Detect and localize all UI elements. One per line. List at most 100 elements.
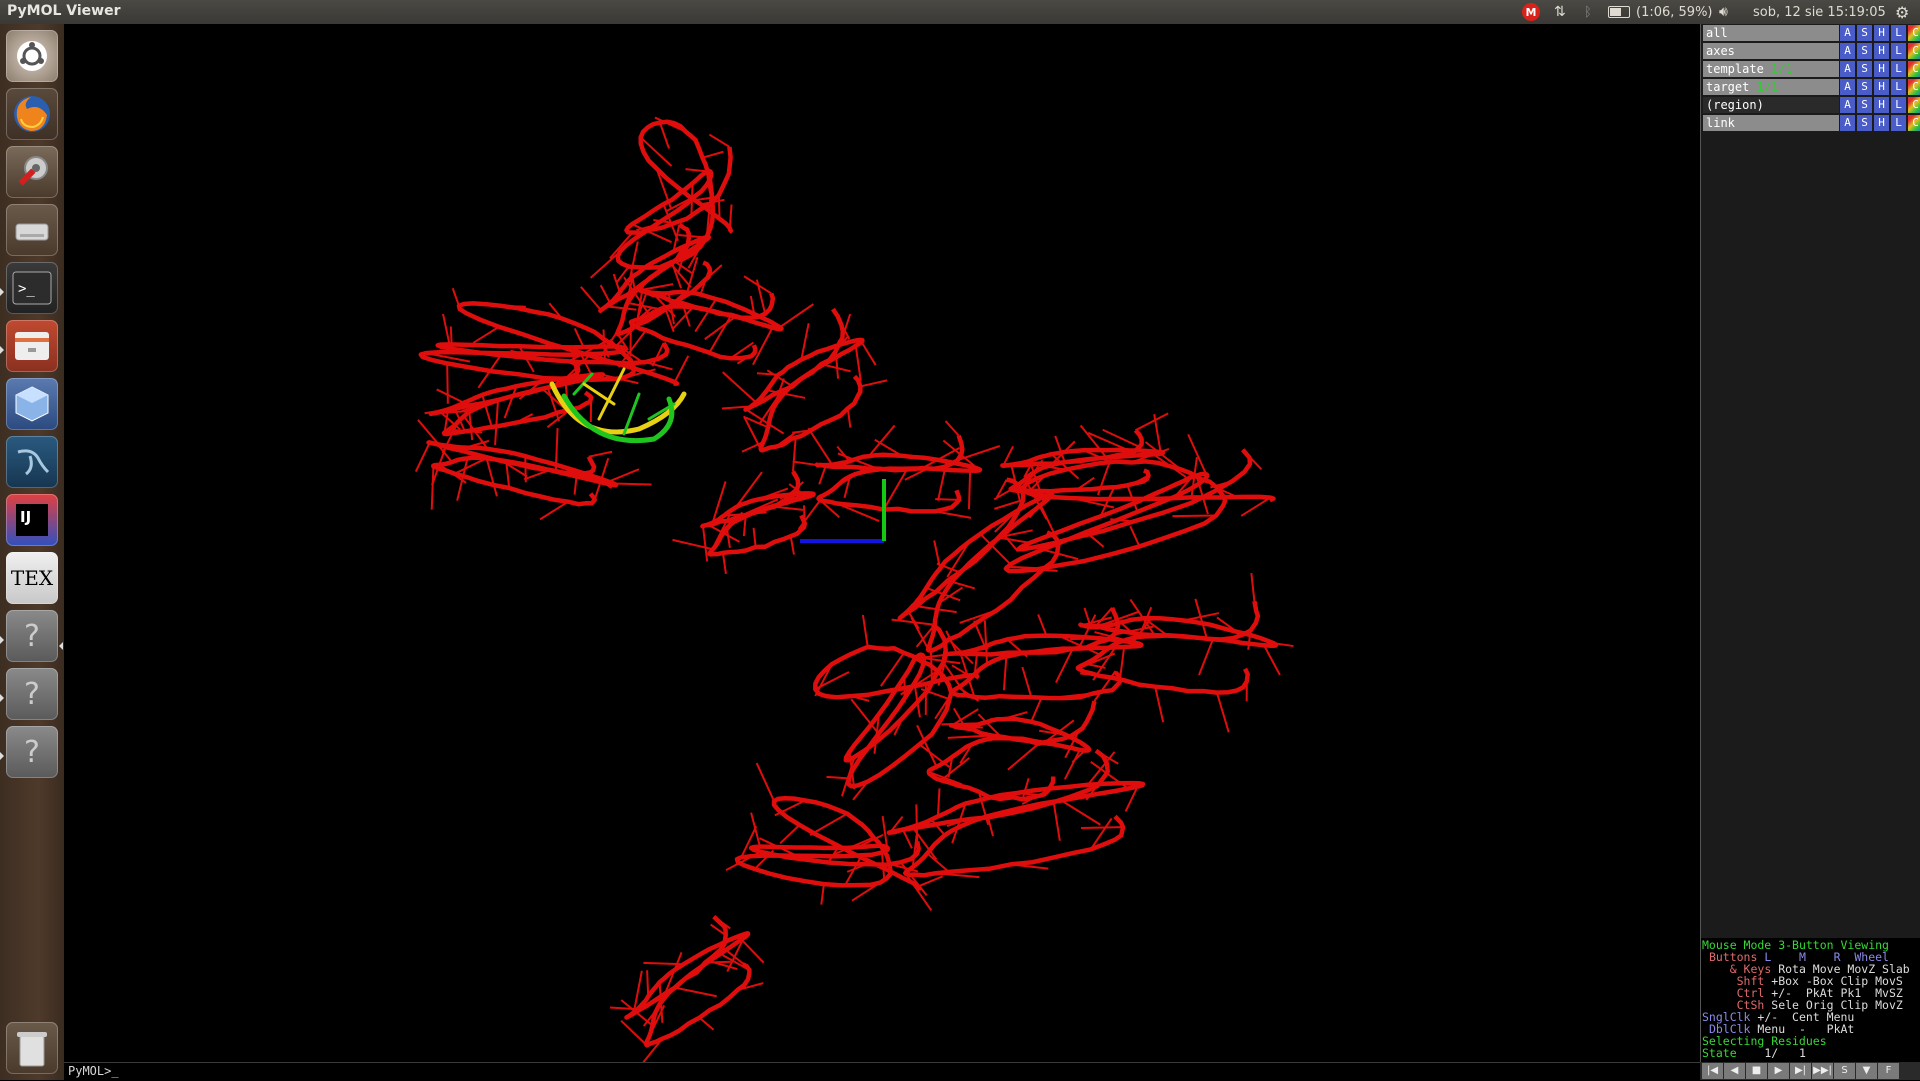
action-button[interactable]: A — [1840, 43, 1855, 59]
label-button[interactable]: L — [1891, 25, 1906, 41]
show-button[interactable]: S — [1857, 97, 1872, 113]
label-button[interactable]: L — [1891, 61, 1906, 77]
object-name[interactable]: template 1/1 — [1703, 61, 1839, 77]
texmaker-icon[interactable]: TEX — [6, 552, 58, 604]
action-button[interactable]: A — [1840, 97, 1855, 113]
label-button[interactable]: L — [1891, 79, 1906, 95]
nucleotide-base — [1081, 827, 1123, 828]
bluetooth-icon[interactable]: ᛒ — [1584, 3, 1592, 21]
object-row[interactable]: template 1/1ASHLC — [1703, 61, 1920, 78]
color-button[interactable]: C — [1908, 61, 1920, 77]
object-row[interactable]: allASHLC — [1703, 25, 1920, 42]
network-arrows-icon[interactable]: ⇅ — [1554, 3, 1566, 21]
nucleotide-base — [1154, 454, 1187, 477]
firefox-icon[interactable] — [6, 88, 58, 140]
action-button[interactable]: A — [1840, 61, 1855, 77]
nucleotide-base — [1188, 434, 1207, 476]
show-button[interactable]: S — [1857, 25, 1872, 41]
gear-icon[interactable]: ⚙ — [1895, 3, 1909, 21]
file-manager-icon[interactable] — [6, 320, 58, 372]
nucleotide-base — [757, 280, 765, 314]
nucleotide-base — [1031, 696, 1042, 722]
color-button[interactable]: C — [1908, 115, 1920, 131]
menu-button[interactable]: ▼ — [1856, 1063, 1877, 1079]
ubuntu-dash-icon[interactable] — [6, 30, 58, 82]
hide-button[interactable]: H — [1874, 97, 1889, 113]
battery-icon[interactable] — [1608, 3, 1630, 21]
show-button[interactable]: S — [1857, 115, 1872, 131]
color-button[interactable]: C — [1908, 43, 1920, 59]
label-button[interactable]: L — [1891, 43, 1906, 59]
nucleotide-base — [705, 962, 731, 963]
nucleotide-base — [614, 274, 620, 292]
show-button[interactable]: S — [1857, 61, 1872, 77]
play-button[interactable]: ▶ — [1768, 1063, 1789, 1079]
hide-button[interactable]: H — [1874, 61, 1889, 77]
show-button[interactable]: S — [1857, 79, 1872, 95]
nucleotide-base — [918, 876, 943, 886]
object-name[interactable]: link — [1703, 115, 1839, 131]
object-row[interactable]: axesASHLC — [1703, 43, 1920, 60]
command-input[interactable] — [68, 1064, 1668, 1078]
battery-status[interactable]: (1:06, 59%) — [1636, 3, 1713, 21]
mouse-mode-panel[interactable]: Mouse Mode 3-Button Viewing Buttons L M … — [1701, 938, 1920, 1062]
object-name[interactable]: all — [1703, 25, 1839, 41]
volume-icon[interactable]: 🔊︎ — [1719, 3, 1728, 21]
unknown-app-icon[interactable]: ? — [6, 726, 58, 778]
color-button[interactable]: C — [1908, 25, 1920, 41]
running-indicator — [0, 346, 4, 354]
state-label: State — [1702, 1046, 1737, 1060]
drive-icon[interactable] — [6, 204, 58, 256]
nucleotide-base — [678, 235, 706, 238]
system-settings-icon[interactable] — [6, 146, 58, 198]
window-title: PyMOL Viewer — [7, 3, 121, 19]
forward-button[interactable]: ▶| — [1790, 1063, 1811, 1079]
object-row[interactable]: target 1/1ASHLC — [1703, 79, 1920, 96]
action-button[interactable]: A — [1840, 115, 1855, 131]
unknown-app-icon[interactable]: ? — [6, 668, 58, 720]
hide-button[interactable]: H — [1874, 43, 1889, 59]
action-button[interactable]: A — [1840, 25, 1855, 41]
object-name[interactable]: target 1/1 — [1703, 79, 1839, 95]
nucleotide-base — [836, 467, 867, 486]
nucleotide-base — [453, 288, 459, 306]
command-line[interactable] — [64, 1062, 1700, 1081]
intellij-icon[interactable]: IJ — [6, 494, 58, 546]
color-button[interactable]: C — [1908, 97, 1920, 113]
nucleotide-base — [1022, 667, 1031, 697]
nucleotide-base — [589, 452, 612, 457]
object-row[interactable]: (region)ASHLC — [1703, 97, 1920, 114]
end-button[interactable]: ▶▶| — [1812, 1063, 1833, 1079]
rewind-button[interactable]: |◀ — [1702, 1063, 1723, 1079]
mysql-workbench-icon[interactable] — [6, 436, 58, 488]
unknown-app-icon[interactable]: ? — [6, 610, 58, 662]
trash-icon[interactable] — [6, 1022, 58, 1074]
nucleotide-base — [793, 462, 818, 466]
hide-button[interactable]: H — [1874, 115, 1889, 131]
clock[interactable]: sob, 12 sie 15:19:05 — [1753, 3, 1886, 21]
nucleotide-base — [780, 825, 799, 843]
stop-button[interactable]: ■ — [1746, 1063, 1767, 1079]
virtualbox-icon[interactable] — [6, 378, 58, 430]
sculpt-button[interactable]: S — [1834, 1063, 1855, 1079]
nucleotide-base — [1004, 534, 1018, 551]
action-button[interactable]: A — [1840, 79, 1855, 95]
hide-button[interactable]: H — [1874, 25, 1889, 41]
mail-icon[interactable]: M — [1522, 3, 1540, 21]
label-button[interactable]: L — [1891, 115, 1906, 131]
back-button[interactable]: ◀ — [1724, 1063, 1745, 1079]
full-screen-button[interactable]: F — [1878, 1063, 1899, 1079]
object-row[interactable]: linkASHLC — [1703, 115, 1920, 132]
show-button[interactable]: S — [1857, 43, 1872, 59]
nucleotide-base — [754, 528, 756, 547]
object-name[interactable]: (region) — [1703, 97, 1839, 113]
label-button[interactable]: L — [1891, 97, 1906, 113]
unknown-app-label: ? — [24, 677, 40, 712]
hide-button[interactable]: H — [1874, 79, 1889, 95]
nucleotide-base — [860, 340, 875, 365]
molecule-viewport[interactable] — [64, 24, 1700, 1062]
color-button[interactable]: C — [1908, 79, 1920, 95]
nucleotide-base — [709, 135, 729, 147]
terminal-icon[interactable]: >_ — [6, 262, 58, 314]
object-name[interactable]: axes — [1703, 43, 1839, 59]
